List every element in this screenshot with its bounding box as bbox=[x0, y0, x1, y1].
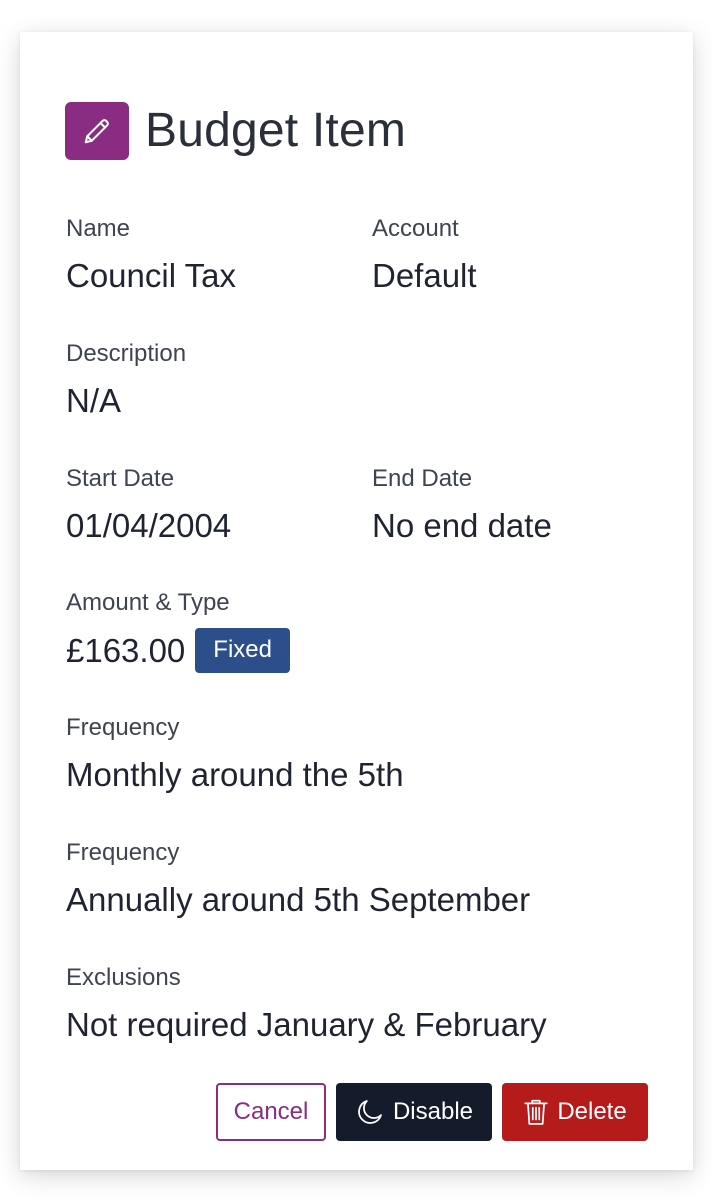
page-title: Budget Item bbox=[145, 104, 407, 157]
frequency-field-2: Frequency Annually around 5th September bbox=[66, 839, 531, 918]
delete-button-label: Delete bbox=[557, 1098, 627, 1125]
start-date-label: Start Date bbox=[66, 465, 175, 492]
frequency-value-2: Annually around 5th September bbox=[66, 881, 531, 918]
account-field: Account Default bbox=[372, 215, 477, 294]
moon-icon bbox=[355, 1097, 385, 1127]
end-date-label: End Date bbox=[372, 465, 473, 492]
type-badge: Fixed bbox=[195, 628, 290, 673]
cancel-button-label: Cancel bbox=[233, 1098, 309, 1125]
cancel-button[interactable]: Cancel bbox=[216, 1083, 326, 1141]
budget-item-card: Budget Item Name Council Tax Account Def… bbox=[20, 32, 693, 1170]
frequency-value-1: Monthly around the 5th bbox=[66, 756, 404, 793]
exclusions-value: Not required January & February bbox=[66, 1006, 547, 1043]
amount-value: £163.00 bbox=[66, 631, 186, 669]
action-bar: Cancel Disable Delete bbox=[216, 1083, 648, 1141]
frequency-label-2: Frequency bbox=[66, 839, 180, 866]
disable-button[interactable]: Disable bbox=[336, 1083, 492, 1141]
account-value: Default bbox=[372, 257, 477, 294]
description-field: Description N/A bbox=[66, 340, 187, 419]
disable-button-label: Disable bbox=[392, 1098, 474, 1125]
amount-row: £163.00 Fixed bbox=[66, 628, 290, 673]
end-date-field: End Date No end date bbox=[372, 465, 552, 544]
start-date-field: Start Date 01/04/2004 bbox=[66, 465, 232, 544]
exclusions-label: Exclusions bbox=[66, 964, 181, 991]
frequency-field-1: Frequency Monthly around the 5th bbox=[66, 714, 404, 793]
name-label: Name bbox=[66, 215, 131, 242]
name-field: Name Council Tax bbox=[66, 215, 236, 294]
delete-button[interactable]: Delete bbox=[502, 1083, 648, 1141]
amount-type-label: Amount & Type bbox=[66, 589, 230, 616]
description-label: Description bbox=[66, 340, 187, 367]
pencil-icon bbox=[65, 102, 129, 160]
amount-type-field: Amount & Type £163.00 Fixed bbox=[66, 591, 290, 673]
trash-icon bbox=[523, 1098, 549, 1126]
exclusions-field: Exclusions Not required January & Februa… bbox=[66, 964, 547, 1043]
end-date-value: No end date bbox=[372, 507, 552, 544]
description-value: N/A bbox=[66, 382, 122, 419]
name-value: Council Tax bbox=[66, 257, 236, 294]
card-header: Budget Item bbox=[65, 102, 406, 160]
frequency-label-1: Frequency bbox=[66, 714, 180, 741]
account-label: Account bbox=[372, 215, 459, 242]
start-date-value: 01/04/2004 bbox=[66, 507, 232, 544]
